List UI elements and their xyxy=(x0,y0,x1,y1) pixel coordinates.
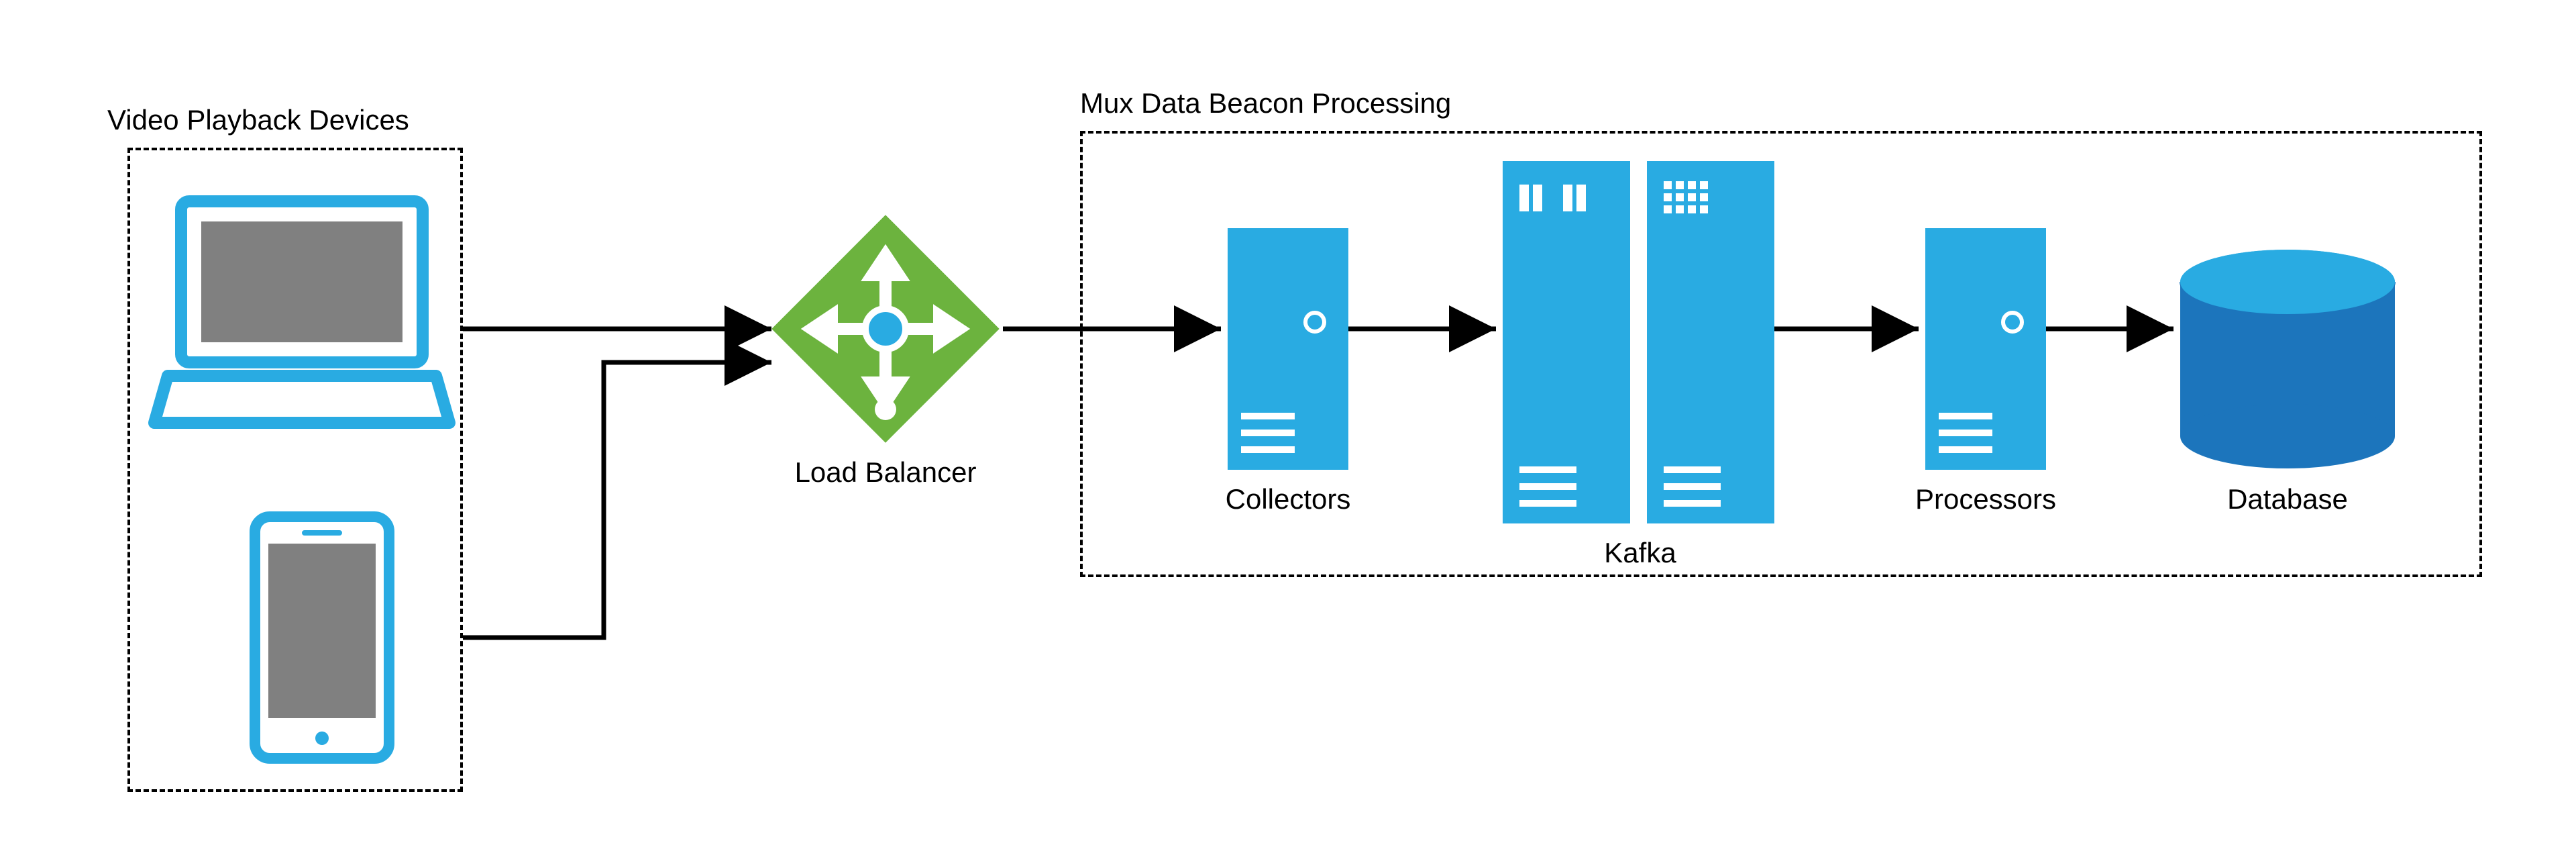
group-label-processing: Mux Data Beacon Processing xyxy=(1080,87,1451,119)
processors-label: Processors xyxy=(1885,483,2086,515)
collectors-label: Collectors xyxy=(1187,483,1389,515)
load-balancer-label: Load Balancer xyxy=(785,456,986,489)
diagram-canvas: Video Playback Devices Mux Data Beacon P… xyxy=(0,0,2576,855)
database-label: Database xyxy=(2187,483,2388,515)
group-label-devices: Video Playback Devices xyxy=(107,104,409,136)
kafka-label: Kafka xyxy=(1540,537,1741,569)
group-box-devices xyxy=(127,148,463,792)
load-balancer-icon xyxy=(771,215,999,442)
